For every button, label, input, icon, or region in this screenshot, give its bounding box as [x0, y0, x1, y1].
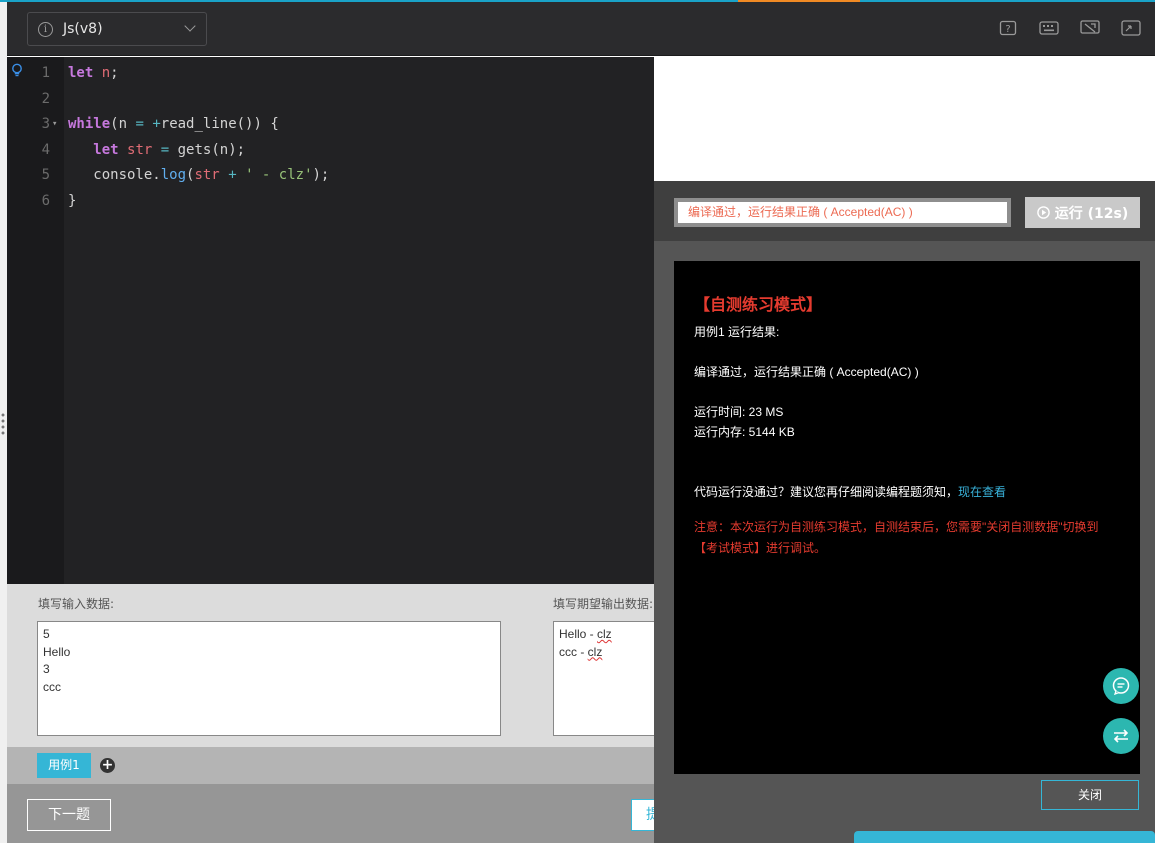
- console-title: 【自测练习模式】: [694, 297, 823, 314]
- io-panel: 填写输入数据: 5 Hello 3 ccc 填写期望输出数据: Hello - …: [7, 584, 663, 747]
- run-label: 运行 (12s): [1054, 205, 1129, 222]
- code-token: while: [68, 116, 111, 132]
- line-number: 1: [41, 65, 50, 81]
- run-button[interactable]: 运行 (12s): [1025, 197, 1140, 228]
- code-token: }: [68, 192, 77, 209]
- run-memory: 运行内存: 5144 KB: [694, 425, 795, 439]
- chevron-down-icon: [184, 20, 196, 32]
- code-token: ;: [110, 65, 119, 81]
- code-token: +: [152, 116, 161, 132]
- code-line: 6}: [7, 189, 647, 214]
- left-resize-strip[interactable]: [0, 2, 7, 843]
- line-number: 3: [41, 116, 50, 132]
- code-line: 3 ▾ while(n = +read_line()) {: [7, 112, 647, 137]
- line-number: 4: [41, 141, 50, 158]
- code-token: ' - clz': [245, 167, 313, 183]
- help-icon[interactable]: ?: [998, 19, 1018, 37]
- code-text: let n;: [68, 61, 119, 86]
- code-token: str: [194, 167, 220, 183]
- result-console: 【自测练习模式】 用例1 运行结果: 编译通过，运行结果正确 ( Accepte…: [674, 261, 1140, 774]
- code-line: 2: [7, 87, 647, 112]
- code-text: while(n = +read_line()) {: [68, 112, 279, 137]
- code-editor[interactable]: 1 let n; 2 3 ▾ while(n = +read_line()) {4 let…: [7, 57, 654, 584]
- code-token: str: [127, 141, 153, 158]
- code-text: let str = gets(n);: [68, 138, 245, 163]
- footer-bar: 下一题 提: [7, 784, 661, 843]
- svg-text:?: ?: [1005, 24, 1010, 35]
- expected-line: ccc - clz: [559, 644, 657, 662]
- line-number: 6: [41, 192, 50, 209]
- editor-toolbar: i Js(v8) ?: [7, 2, 1155, 56]
- test-case-tab[interactable]: 用例1: [37, 753, 91, 778]
- play-icon: [1036, 206, 1050, 219]
- code-token: =: [160, 141, 170, 158]
- code-token: log: [160, 167, 187, 183]
- code-token: read_line()) {: [160, 116, 279, 132]
- run-time: 运行时间: 23 MS: [694, 405, 784, 419]
- fold-arrow-icon[interactable]: ▾: [52, 112, 57, 137]
- status-field: 编译通过，运行结果正确 ( Accepted(AC) ): [674, 198, 1011, 227]
- settings-icon[interactable]: [1080, 19, 1100, 37]
- fullscreen-icon[interactable]: [1121, 19, 1141, 37]
- add-case-icon[interactable]: +: [100, 758, 115, 773]
- expected-text: Hello -: [559, 627, 598, 641]
- info-icon: i: [38, 21, 53, 37]
- input-label: 填写输入数据:: [38, 597, 115, 611]
- spellcheck-word: clz: [587, 644, 603, 659]
- bottom-accent-bar: [854, 831, 1155, 843]
- drag-handle-icon[interactable]: [1, 412, 5, 436]
- expected-output-label: 填写期望输出数据:: [553, 597, 654, 611]
- warning-line-2: 【考试模式】进行调试。: [694, 541, 827, 555]
- code-line: 5 console.log(str + ' - clz');: [7, 163, 647, 188]
- code-text: }: [68, 189, 76, 214]
- code-token: +: [228, 167, 237, 183]
- hint-line: 代码运行没通过？建议您再仔细阅读编程题须知，现在查看: [694, 483, 1006, 500]
- toolbar-icons: ?: [998, 19, 1141, 37]
- switch-icon[interactable]: [1103, 718, 1139, 754]
- code-token: =: [135, 116, 144, 132]
- next-question-button[interactable]: 下一题: [27, 799, 111, 831]
- chat-icon[interactable]: [1103, 668, 1139, 704]
- code-token: let: [68, 65, 94, 81]
- verdict-text: 编译通过，运行结果正确 ( Accepted(AC) ): [694, 365, 919, 379]
- code-token: gets(n);: [169, 141, 246, 158]
- code-token: (n: [110, 116, 136, 132]
- spellcheck-word: clz: [597, 627, 612, 641]
- line-number: 2: [41, 90, 50, 107]
- warning-line-1: 注意：本次运行为自测练习模式，自测结束后，您需要"关闭自测数据"切换到: [694, 520, 1099, 534]
- code-token: );: [312, 167, 330, 183]
- test-case-bar: 用例1 +: [7, 747, 654, 784]
- close-button[interactable]: 关闭: [1041, 780, 1139, 810]
- expected-output-field[interactable]: Hello - clz ccc - clz: [553, 621, 663, 736]
- result-panel: 编译通过，运行结果正确 ( Accepted(AC) ) 运行 (12s) 【自…: [654, 181, 1155, 843]
- line-number: 5: [41, 167, 50, 183]
- code-line: 4 let str = gets(n);: [7, 138, 647, 163]
- hint-text: 代码运行没通过？建议您再仔细阅读编程题须知，: [694, 485, 959, 499]
- language-label: Js(v8): [63, 21, 103, 37]
- view-now-link[interactable]: 现在查看: [958, 485, 1006, 499]
- result-header: 编译通过，运行结果正确 ( Accepted(AC) ) 运行 (12s): [654, 181, 1155, 241]
- language-select[interactable]: i Js(v8): [27, 12, 207, 46]
- expected-line: Hello - clz: [559, 626, 657, 644]
- code-token: n: [101, 65, 111, 81]
- code-line: 1 let n;: [7, 61, 647, 86]
- case-result-label: 用例1 运行结果:: [694, 325, 780, 339]
- code-token: let: [93, 141, 119, 158]
- code-token: console.: [68, 167, 161, 183]
- expected-text: ccc -: [559, 644, 588, 659]
- keyboard-icon[interactable]: [1039, 19, 1059, 37]
- input-data-field[interactable]: 5 Hello 3 ccc: [37, 621, 501, 736]
- code-text: console.log(str + ' - clz');: [68, 163, 329, 188]
